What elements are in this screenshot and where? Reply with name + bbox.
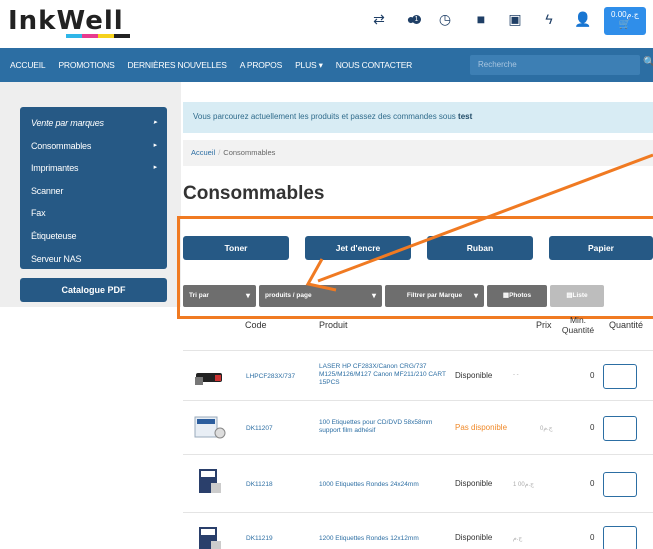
- quantity-input[interactable]: [603, 526, 637, 549]
- breadcrumb-current: Consommables: [223, 148, 276, 157]
- monitor-icon[interactable]: ▣: [506, 10, 524, 28]
- quantity-input[interactable]: [603, 472, 637, 497]
- sidebar-item-etiqueteuse[interactable]: Étiqueteuse: [20, 225, 167, 248]
- table-row: DK11207 100 Etiquettes pour CD/DVD 58x58…: [183, 400, 653, 450]
- chevron-right-icon: ▸: [153, 119, 158, 126]
- breadcrumb-separator: /: [218, 148, 221, 157]
- product-price: 1 00ج.م: [513, 482, 534, 488]
- badge-icon[interactable]: ● 1: [402, 10, 421, 28]
- nav-accueil[interactable]: ACCUEIL: [10, 60, 46, 70]
- sidebar-item-label: Serveur NAS: [31, 253, 82, 264]
- bolt-icon[interactable]: ϟ: [540, 10, 558, 28]
- cart-icon: 🛒: [618, 19, 632, 30]
- info-alert: Vous parcourez actuellement les produits…: [183, 102, 653, 133]
- alert-user: test: [458, 112, 473, 121]
- availability-status: Disponible: [455, 479, 493, 488]
- search-icon[interactable]: 🔍: [643, 57, 653, 68]
- product-price: ج.م: [513, 536, 523, 542]
- breadcrumb-home[interactable]: Accueil: [191, 148, 215, 157]
- user-icon[interactable]: 👤: [574, 10, 592, 28]
- folder-icon[interactable]: ■: [472, 10, 490, 28]
- product-name[interactable]: 100 Etiquettes pour CD/DVD 58x58mm suppo…: [319, 419, 449, 435]
- product-name[interactable]: 1000 Etiquettes Rondes 24x24mm: [319, 481, 449, 489]
- product-code[interactable]: DK11219: [246, 535, 273, 542]
- product-image[interactable]: [191, 409, 227, 443]
- nav-plus[interactable]: PLUS ▾: [295, 60, 323, 71]
- product-price: - -: [513, 372, 519, 378]
- notification-badge: 1: [412, 15, 421, 24]
- history-icon[interactable]: ◷: [436, 10, 454, 28]
- alert-text: Vous parcourez actuellement les produits…: [193, 112, 456, 121]
- breadcrumb: Accueil / Consommables: [183, 140, 653, 166]
- sidebar-item-scanner[interactable]: Scanner: [20, 180, 167, 203]
- page: InkWell ⇄ ● 1 ◷ ■ ▣ ϟ 👤 0.00ج.م 🛒 ACCUEIL…: [0, 0, 653, 549]
- column-header-code: Code: [245, 320, 267, 330]
- column-header-product: Produit: [319, 320, 348, 330]
- quantity-input[interactable]: [603, 364, 637, 389]
- chevron-right-icon: ▸: [153, 164, 158, 172]
- sidebar-item-label: Vente par marques: [31, 118, 104, 128]
- nav-dernieres-nouvelles[interactable]: DERNIÈRES NOUVELLES: [128, 60, 227, 70]
- availability-status: Disponible: [455, 533, 493, 542]
- sidebar-item-label: Scanner: [31, 185, 64, 196]
- main-navbar: ACCUEIL PROMOTIONS DERNIÈRES NOUVELLES A…: [0, 48, 653, 82]
- top-header: InkWell ⇄ ● 1 ◷ ■ ▣ ϟ 👤 0.00ج.م 🛒: [0, 0, 653, 44]
- sidebar-item-serveur-nas[interactable]: Serveur NAS: [20, 248, 167, 271]
- column-header-quantity: Quantité: [609, 320, 644, 330]
- sidebar-item-label: Étiqueteuse: [31, 230, 77, 241]
- min-quantity: 0: [590, 371, 595, 380]
- chevron-right-icon: ▸: [153, 141, 158, 149]
- page-title: Consommables: [183, 183, 325, 204]
- product-code[interactable]: DK11218: [246, 481, 273, 488]
- product-name[interactable]: 1200 Etiquettes Rondes 12x12mm: [319, 535, 449, 543]
- table-row: LHPCF283X/737 LASER HP CF283X/Canon CRG/…: [183, 350, 653, 400]
- nav-contact[interactable]: NOUS CONTACTER: [336, 60, 413, 70]
- availability-status: Disponible: [455, 371, 493, 380]
- logo-stripe: [66, 34, 130, 38]
- product-image[interactable]: [191, 359, 227, 393]
- catalogue-pdf-button[interactable]: Catalogue PDF: [20, 278, 167, 302]
- product-image[interactable]: [191, 463, 227, 497]
- table-row: DK11218 1000 Etiquettes Rondes 24x24mm D…: [183, 454, 653, 504]
- min-quantity: 0: [590, 423, 595, 432]
- sidebar-item-label: Consommables: [31, 140, 92, 151]
- site-logo[interactable]: InkWell: [8, 6, 124, 36]
- sidebar-item-fax[interactable]: Fax: [20, 202, 167, 225]
- column-header-min-quantity: Min. Quantité: [561, 315, 595, 335]
- search-input[interactable]: Recherche: [470, 55, 640, 75]
- sidebar-item-vente-par-marques[interactable]: Vente par marques ▸: [20, 112, 167, 135]
- product-price: 0ج.م: [540, 426, 553, 432]
- nav-a-propos[interactable]: A PROPOS: [240, 60, 283, 70]
- availability-status: Pas disponible: [455, 423, 508, 432]
- product-image[interactable]: [191, 521, 227, 549]
- sidebar-item-label: Imprimantes: [31, 163, 79, 174]
- column-header-price: Prix: [536, 320, 552, 330]
- annotation-highlight-box: [177, 216, 653, 319]
- product-code[interactable]: LHPCF283X/737: [246, 373, 295, 380]
- category-sidebar: Vente par marques ▸ Consommables ▸ Imprima…: [20, 107, 167, 269]
- cart-button[interactable]: 0.00ج.م 🛒: [604, 7, 646, 35]
- min-quantity: 0: [590, 479, 595, 488]
- sidebar-item-consommables[interactable]: Consommables ▸: [20, 135, 167, 158]
- swap-icon[interactable]: ⇄: [370, 10, 388, 28]
- min-quantity: 0: [590, 533, 595, 542]
- product-name[interactable]: LASER HP CF283X/Canon CRG/737 M125/M126/…: [319, 363, 449, 387]
- product-code[interactable]: DK11207: [246, 425, 273, 432]
- quantity-input[interactable]: [603, 416, 637, 441]
- sidebar-item-label: Fax: [31, 208, 46, 219]
- table-row: DK11219 1200 Etiquettes Rondes 12x12mm D…: [183, 512, 653, 549]
- sidebar-item-imprimantes[interactable]: Imprimantes ▸: [20, 157, 167, 180]
- nav-promotions[interactable]: PROMOTIONS: [58, 60, 114, 70]
